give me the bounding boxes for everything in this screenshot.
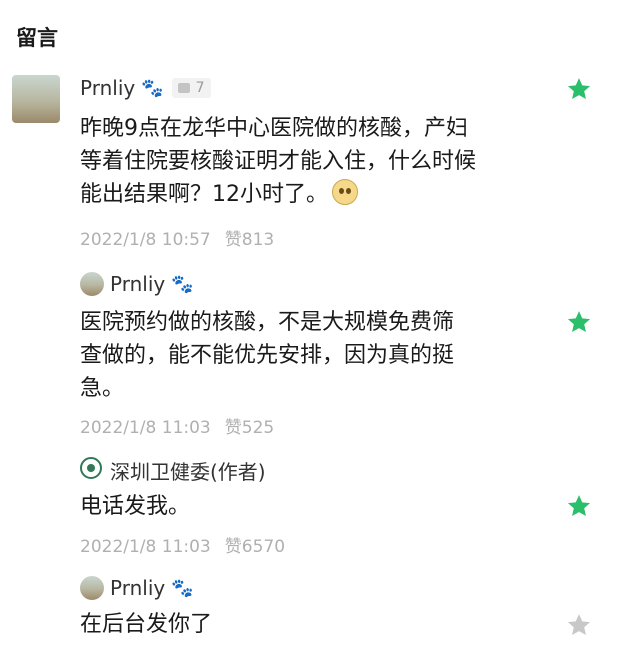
comment-text: 在后台发你了 [80, 608, 212, 641]
comment-text-line: 电话发我。 [80, 494, 191, 519]
comment-bubble-icon [177, 83, 190, 93]
like-count[interactable]: 赞813 [225, 230, 274, 250]
timestamp: 2022/1/8 10:57 [80, 230, 211, 250]
star-icon[interactable] [566, 612, 592, 638]
comment-text-segment: 能出结果啊？12小时了。 [80, 182, 328, 207]
comment-header: Prnliy 🐾 7 [80, 76, 211, 100]
author-badge-icon[interactable] [80, 457, 102, 479]
timestamp: 2022/1/8 11:03 [80, 537, 211, 557]
avatar[interactable] [12, 75, 60, 123]
star-icon[interactable] [566, 493, 592, 519]
reply-header: 深圳卫健委(作者) [110, 456, 266, 485]
like-count[interactable]: 赞6570 [225, 537, 285, 557]
comment-text-line: 昨晚9点在龙华中心医院做的核酸，产妇 [80, 116, 468, 141]
reply-count: 7 [195, 80, 205, 96]
star-icon[interactable] [566, 309, 592, 335]
comment-text: 昨晚9点在龙华中心医院做的核酸，产妇 等着住院要核酸证明才能入住，什么时候 能出… [80, 112, 476, 211]
comment-text-line: 医院预约做的核酸，不是大规模免费筛 [80, 310, 455, 335]
like-count[interactable]: 赞525 [225, 418, 274, 438]
reply-count-badge[interactable]: 7 [171, 78, 211, 98]
star-icon[interactable] [566, 76, 592, 102]
comment-text: 电话发我。 [80, 490, 190, 523]
comment-meta: 2022/1/8 11:03 赞525 [80, 413, 274, 438]
comment-text-line: 能出结果啊？12小时了。 [80, 178, 476, 211]
comment-meta: 2022/1/8 11:03 赞6570 [80, 532, 285, 557]
author-name[interactable]: 深圳卫健委(作者) [110, 456, 266, 485]
comment-text-line: 查做的，能不能优先安排，因为真的挺 [80, 343, 455, 368]
timestamp: 2022/1/8 11:03 [80, 418, 211, 438]
reply-header: Prnliy 🐾 [110, 576, 194, 600]
user-name[interactable]: Prnliy [110, 576, 165, 600]
comment-text-line: 等着住院要核酸证明才能入住，什么时候 [80, 149, 477, 174]
avatar[interactable] [80, 576, 104, 600]
user-name[interactable]: Prnliy [110, 272, 165, 296]
comment-text: 医院预约做的核酸，不是大规模免费筛 查做的，能不能优先安排，因为真的挺 急。 [80, 306, 454, 405]
section-title: 留言 [16, 26, 58, 50]
comment-meta: 2022/1/8 10:57 赞813 [80, 225, 274, 250]
paw-icon: 🐾 [141, 77, 164, 99]
comment-text-line: 急。 [80, 376, 125, 401]
pleading-emoji-icon [332, 179, 358, 205]
comment-text-line: 在后台发你了 [80, 612, 213, 637]
reply-header: Prnliy 🐾 [110, 272, 194, 296]
avatar[interactable] [80, 272, 104, 296]
paw-icon: 🐾 [171, 577, 194, 599]
user-name[interactable]: Prnliy [80, 76, 135, 100]
paw-icon: 🐾 [171, 273, 194, 295]
